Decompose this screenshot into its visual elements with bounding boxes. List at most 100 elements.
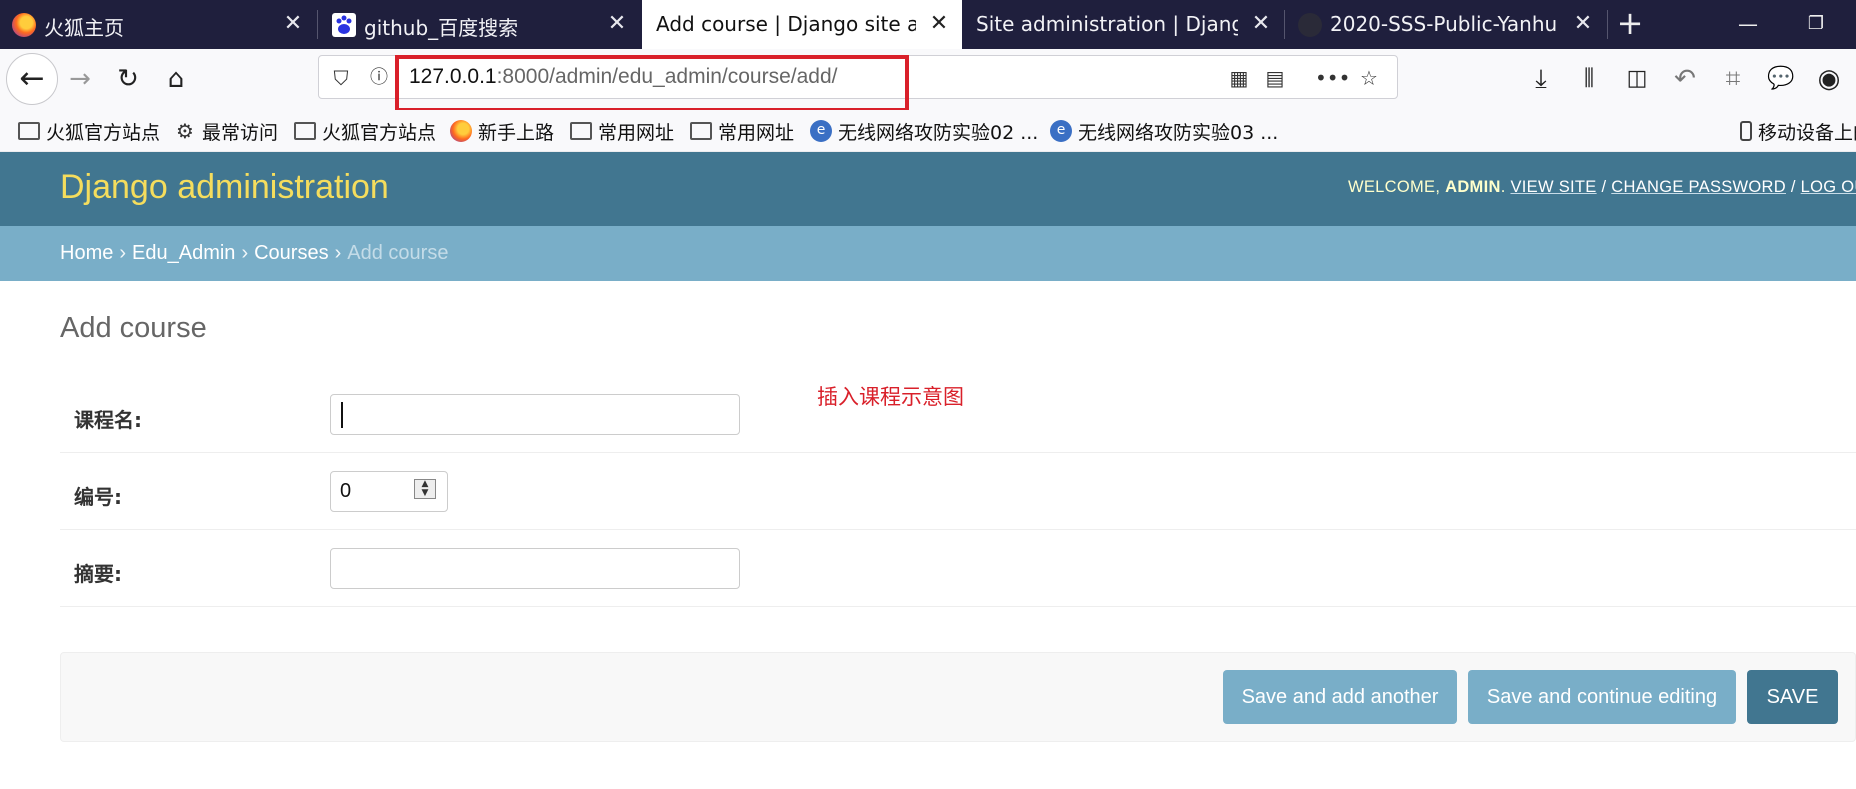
folder-icon <box>570 122 592 140</box>
bookmark-item[interactable]: 火狐官方站点 <box>294 118 436 144</box>
reload-icon[interactable]: ↻ <box>110 61 146 97</box>
qr-code-icon[interactable]: ▦ <box>1225 64 1253 92</box>
tab-title: 火狐主页 <box>44 16 124 40</box>
ie-icon: e <box>1050 120 1072 142</box>
close-icon[interactable]: ✕ <box>280 10 306 38</box>
tab-site-administration[interactable]: Site administration | Django site admin … <box>964 0 1284 49</box>
tab-divider <box>1284 10 1285 39</box>
breadcrumb: Home › Edu_Admin › Courses › Add course <box>0 226 1856 281</box>
form-row-summary: 摘要: <box>60 530 1856 607</box>
restore-icon[interactable]: ❐ <box>1796 8 1836 40</box>
gear-icon: ⚙ <box>176 119 194 143</box>
chat-icon[interactable]: 💬 <box>1763 61 1799 97</box>
bookmark-label: 常用网址 <box>718 121 795 144</box>
user-tools: WELCOME, ADMIN. VIEW SITE / CHANGE PASSW… <box>1348 178 1856 197</box>
tab-divider <box>317 10 318 39</box>
bookmark-item[interactable]: ⚙ 最常访问 <box>174 118 278 144</box>
browser-tab-strip: 火狐主页 ✕ github_百度搜索 ✕ Add course | Django… <box>0 0 1856 49</box>
close-icon[interactable]: ✕ <box>604 10 630 38</box>
save-continue-button[interactable]: Save and continue editing <box>1468 670 1736 724</box>
view-site-link[interactable]: VIEW SITE <box>1510 178 1596 196</box>
tab-github-repo[interactable]: 2020-SSS-Public-YanhuiJessica ✕ <box>1286 0 1606 49</box>
number-label: 编号: <box>74 485 122 509</box>
sidebar-icon[interactable]: ◫ <box>1619 61 1655 97</box>
url-text[interactable]: 127.0.0.1:8000/admin/edu_admin/course/ad… <box>409 65 838 89</box>
form-row-name: 课程名: <box>60 376 1856 453</box>
firefox-icon <box>450 120 472 142</box>
bookmark-label: 火狐官方站点 <box>322 121 437 144</box>
shield-icon[interactable]: ⛉ <box>327 64 355 92</box>
close-icon[interactable]: ✕ <box>926 10 952 38</box>
save-button[interactable]: SAVE <box>1747 670 1838 724</box>
tab-title: 2020-SSS-Public-YanhuiJessica <box>1330 12 1558 36</box>
bookmark-item[interactable]: e 无线网络攻防实验02 ... <box>810 118 1038 144</box>
bookmark-label: 火狐官方站点 <box>46 121 161 144</box>
bookmark-label: 移动设备上的书签 <box>1758 121 1856 144</box>
tab-title: Site administration | Django site admin <box>976 12 1238 36</box>
home-icon[interactable]: ⌂ <box>158 61 194 97</box>
breadcrumb-home[interactable]: Home <box>60 242 113 264</box>
bookmark-item[interactable]: 常用网址 <box>690 118 794 144</box>
tab-baidu-search[interactable]: github_百度搜索 ✕ <box>320 0 640 49</box>
bookmark-label: 新手上路 <box>478 121 555 144</box>
library-icon[interactable]: ⫼ <box>1571 61 1607 97</box>
tab-add-course[interactable]: Add course | Django site admin ✕ <box>642 0 962 49</box>
bookmark-item[interactable]: e 无线网络攻防实验03 ... <box>1050 118 1278 144</box>
forward-arrow-icon[interactable]: → <box>62 61 98 97</box>
new-tab-button[interactable]: + <box>1612 7 1648 40</box>
bookmark-label: 常用网址 <box>598 121 675 144</box>
reader-view-icon[interactable]: ▤ <box>1261 64 1289 92</box>
firefox-icon <box>12 13 36 37</box>
tab-title: github_百度搜索 <box>364 16 519 40</box>
page-title: Add course <box>60 312 207 344</box>
breadcrumb-app[interactable]: Edu_Admin <box>132 242 235 264</box>
url-path: :8000/admin/edu_admin/course/add/ <box>496 65 838 88</box>
breadcrumb-current: Add course <box>347 242 449 264</box>
submit-row: Save and add another Save and continue e… <box>60 652 1856 742</box>
minimize-icon[interactable]: — <box>1728 8 1768 40</box>
account-icon[interactable]: ◉ <box>1811 61 1847 97</box>
info-icon[interactable]: ⓘ <box>365 64 393 92</box>
ie-icon: e <box>810 120 832 142</box>
url-host: 127.0.0.1 <box>409 65 497 88</box>
change-password-link[interactable]: CHANGE PASSWORD <box>1611 178 1786 196</box>
more-icon[interactable]: ••• <box>1315 64 1350 92</box>
number-stepper[interactable]: ▲ ▼ <box>414 479 436 499</box>
bookmark-item[interactable]: 常用网址 <box>570 118 674 144</box>
close-icon[interactable]: ✕ <box>1248 10 1274 38</box>
folder-icon <box>18 122 40 140</box>
bookmark-label: 最常访问 <box>202 121 279 144</box>
bookmark-label: 无线网络攻防实验03 ... <box>1078 121 1279 144</box>
log-out-link[interactable]: LOG OUT <box>1801 178 1856 196</box>
form-row-number: 编号: <box>60 453 1856 530</box>
tab-firefox-home[interactable]: 火狐主页 ✕ <box>0 0 316 49</box>
close-icon[interactable]: ✕ <box>1570 10 1596 38</box>
name-label: 课程名: <box>74 408 142 432</box>
welcome-text: WELCOME, <box>1348 178 1446 196</box>
save-add-another-button[interactable]: Save and add another <box>1223 670 1457 724</box>
star-icon[interactable]: ☆ <box>1355 64 1383 92</box>
username: ADMIN <box>1445 178 1501 196</box>
undo-icon[interactable]: ↶ <box>1667 61 1703 97</box>
tab-title: Add course | Django site admin <box>656 12 916 36</box>
name-field[interactable] <box>330 394 740 435</box>
phone-icon <box>1740 121 1752 141</box>
folder-icon <box>294 122 316 140</box>
navigation-toolbar: ← → ↻ ⌂ ⛉ ⓘ 127.0.0.1:8000/admin/edu_adm… <box>0 49 1856 110</box>
bookmarks-toolbar: 火狐官方站点 ⚙ 最常访问 火狐官方站点 新手上路 常用网址 常用网址 e 无线网络… <box>0 110 1856 152</box>
address-bar[interactable]: ⛉ ⓘ 127.0.0.1:8000/admin/edu_admin/cours… <box>318 55 1398 99</box>
bookmark-item[interactable]: 火狐官方站点 <box>18 118 160 144</box>
bookmark-item[interactable]: 新手上路 <box>450 118 554 144</box>
mobile-bookmarks[interactable]: 移动设备上的书签 <box>1740 118 1856 144</box>
back-arrow-icon[interactable]: ← <box>6 53 58 105</box>
baidu-icon <box>332 13 356 37</box>
bookmark-label: 无线网络攻防实验02 ... <box>838 121 1039 144</box>
folder-icon <box>690 122 712 140</box>
tab-divider <box>1607 10 1608 39</box>
summary-field[interactable] <box>330 548 740 589</box>
site-brand[interactable]: Django administration <box>60 168 389 207</box>
download-icon[interactable]: ⤓ <box>1523 61 1559 97</box>
summary-label: 摘要: <box>74 562 122 586</box>
breadcrumb-model[interactable]: Courses <box>254 242 328 264</box>
crop-icon[interactable]: ⌗ <box>1715 61 1751 97</box>
